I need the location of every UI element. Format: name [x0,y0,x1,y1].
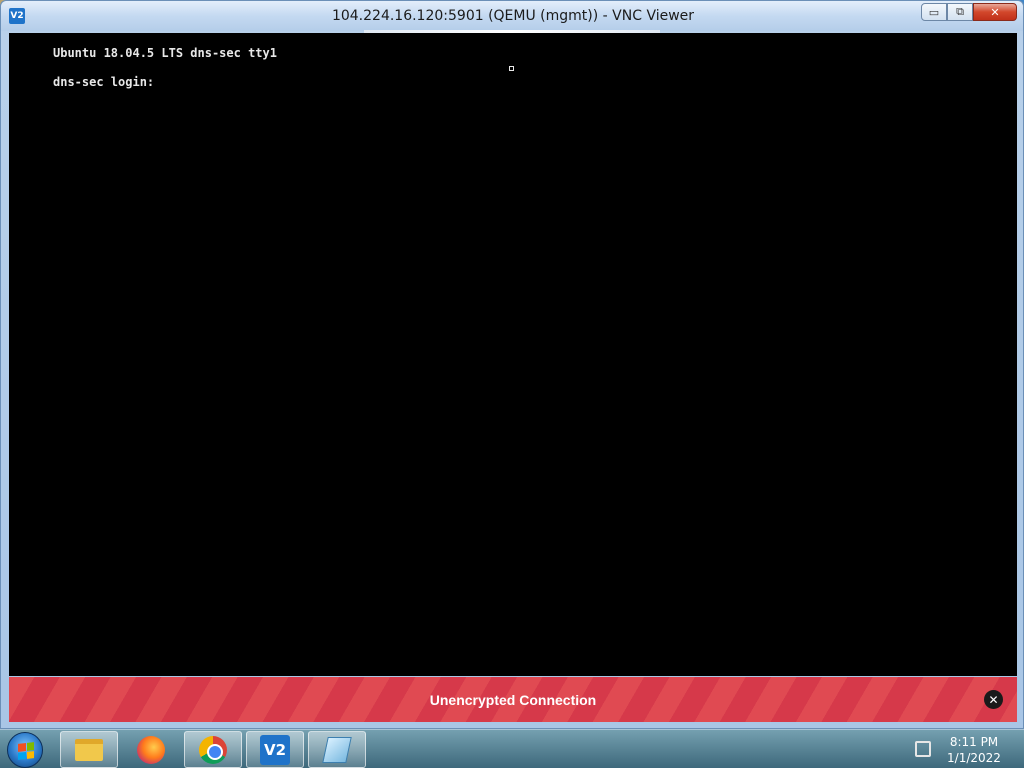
start-button[interactable] [7,732,43,768]
console-banner-line: Ubuntu 18.04.5 LTS dns-sec tty1 [53,46,277,60]
taskbar-firefox-button[interactable] [122,731,180,768]
window-title: 104.224.16.120:5901 (QEMU (mgmt)) - VNC … [331,8,695,24]
banner-close-icon[interactable]: ✕ [984,690,1003,709]
clock-time: 8:11 PM [949,735,999,749]
unencrypted-connection-banner: Unencrypted Connection ✕ [9,677,1017,722]
windows-logo-icon [18,742,34,760]
taskbar-explorer-button[interactable] [60,731,118,768]
firefox-icon [137,735,165,764]
maximize-button[interactable]: ⧉ [947,3,973,21]
chrome-icon [199,735,227,764]
mouse-cursor-icon [509,66,514,71]
clock-date: 1/1/2022 [947,751,1001,765]
folder-icon [75,738,103,761]
network-icon[interactable] [915,741,931,757]
remote-console[interactable]: Ubuntu 18.04.5 LTS dns-sec tty1 dns-sec … [9,33,1017,676]
taskbar: V2 8:11 PM 1/1/2022 [0,729,1024,768]
close-button[interactable]: ✕ [973,3,1017,21]
system-clock[interactable]: 8:11 PM 1/1/2022 [940,734,1008,766]
login-prompt[interactable]: dns-sec login: [53,75,161,89]
taskbar-vnc-button[interactable]: V2 [246,731,304,768]
window-controls: ▭ ⧉ ✕ [921,3,1017,21]
vnc-icon: V2 [260,734,290,765]
notepad-icon [322,736,352,763]
banner-text: Unencrypted Connection [429,691,597,708]
minimize-button[interactable]: ▭ [921,3,947,21]
title-bar[interactable]: V2 104.224.16.120:5901 (QEMU (mgmt)) - V… [1,1,1023,31]
taskbar-chrome-button[interactable] [184,731,242,768]
vnc-viewer-window: V2 104.224.16.120:5901 (QEMU (mgmt)) - V… [0,0,1024,729]
taskbar-notepad-button[interactable] [308,731,366,768]
